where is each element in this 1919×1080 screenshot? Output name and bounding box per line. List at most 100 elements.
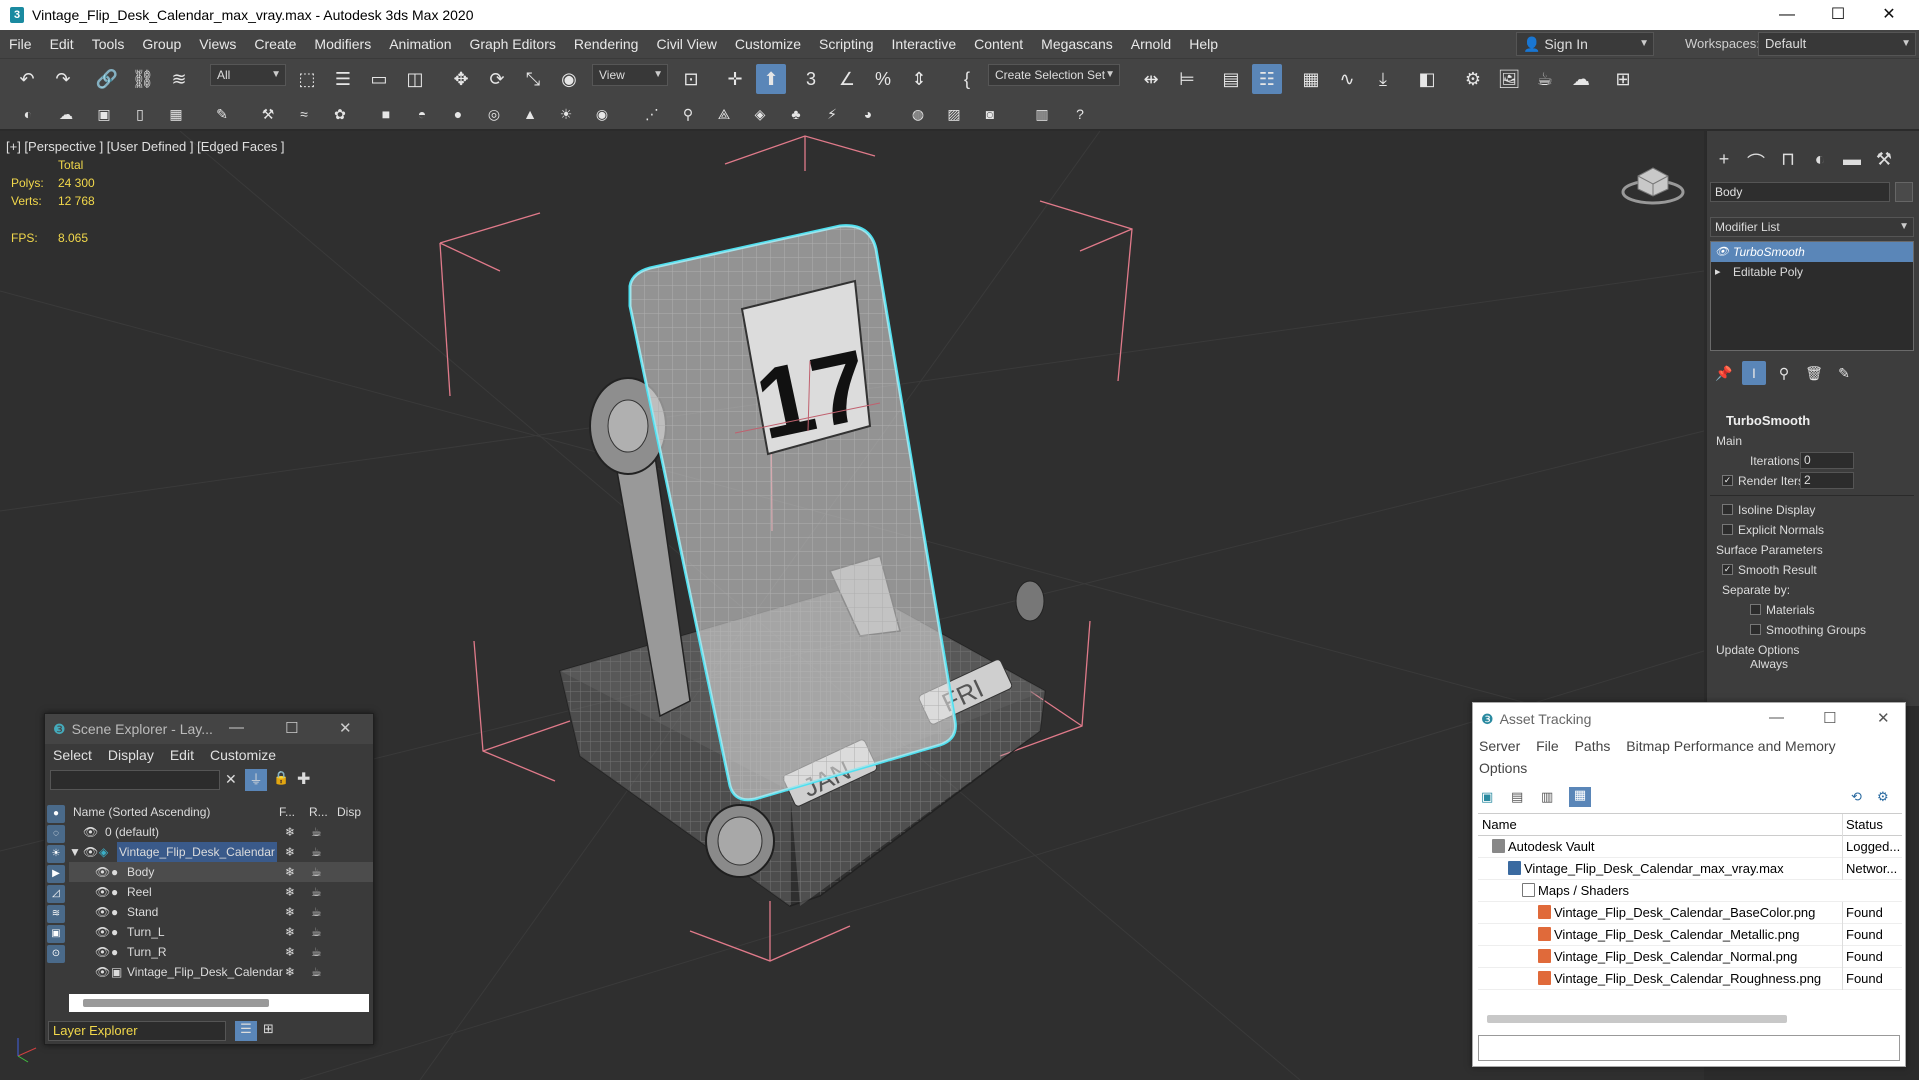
keyboard-shortcut-override-icon[interactable]: ⬆ — [756, 64, 786, 94]
create-tab-icon[interactable]: + — [1709, 149, 1739, 173]
place-icon[interactable]: ◉ — [554, 64, 584, 94]
menu-arnold[interactable]: Arnold — [1122, 36, 1180, 52]
display-helpers-icon[interactable]: ◿ — [47, 885, 65, 903]
display-lights-icon[interactable]: ☀ — [47, 845, 65, 863]
header-frozen[interactable]: F... — [279, 803, 295, 821]
curve-editor-icon[interactable]: ∿ — [1332, 64, 1362, 94]
menu-edit[interactable]: Edit — [41, 36, 83, 52]
select-object-icon[interactable]: ⬚ — [292, 64, 322, 94]
smoothing-groups-checkbox[interactable] — [1750, 624, 1761, 635]
menu-views[interactable]: Views — [190, 36, 245, 52]
viewcube-icon[interactable] — [1620, 156, 1686, 206]
refresh-icon[interactable]: ▣ — [1481, 789, 1493, 805]
cloud-icon[interactable]: ☁ — [54, 102, 78, 126]
move-icon[interactable]: ✥ — [446, 64, 476, 94]
bind-spacewarp-icon[interactable]: ≋ — [164, 64, 194, 94]
table-row[interactable]: Vintage_Flip_Desk_Calendar_BaseColor.png… — [1478, 902, 1902, 924]
chevron-right-icon[interactable]: ▸ — [1715, 262, 1721, 282]
header-display[interactable]: Disp — [337, 803, 361, 821]
toggle-layer-explorer-icon[interactable]: ☷ — [1252, 64, 1282, 94]
menu-scripting[interactable]: Scripting — [810, 36, 882, 52]
render-view-icon[interactable]: ◍ — [906, 102, 930, 126]
align-icon[interactable]: ⊨ — [1172, 64, 1202, 94]
smooth-result-checkbox[interactable]: ✓ — [1722, 564, 1733, 575]
render-iters-spinner[interactable]: 2 — [1800, 472, 1854, 489]
freeze-icon[interactable]: ❄ — [285, 902, 295, 922]
list-item[interactable]: ▼ 👁 ◈ Vintage_Flip_Desk_Calendar ❄ ☕ — [69, 842, 373, 862]
modify-tab-icon[interactable]: ⌒ — [1741, 149, 1771, 173]
help-icon[interactable]: ? — [1068, 102, 1092, 126]
mirror-icon[interactable]: ⇹ — [1136, 64, 1166, 94]
tool-icon[interactable]: ⚒ — [256, 102, 280, 126]
hair-icon[interactable]: ⋰ — [640, 102, 664, 126]
render-setup-icon[interactable]: ⚙ — [1458, 64, 1488, 94]
display-shapes-icon[interactable]: ◌ — [47, 825, 65, 843]
reference-coordinate-select[interactable]: View ▼ — [592, 64, 668, 86]
freeze-icon[interactable]: ❄ — [285, 822, 295, 842]
materials-checkbox[interactable] — [1750, 604, 1761, 615]
help-icon[interactable]: ⟲ — [1851, 789, 1862, 805]
angle-snap-icon[interactable]: ∠ — [832, 64, 862, 94]
se-menu-customize[interactable]: Customize — [202, 747, 284, 763]
list-view-icon[interactable]: ▤ — [1511, 789, 1523, 805]
selection-filter-select[interactable]: All ▼ — [210, 64, 286, 86]
header-render[interactable]: R... — [309, 803, 328, 821]
utilities-tab-icon[interactable]: ⚒ — [1869, 149, 1899, 173]
hierarchy-icon[interactable]: ⊞ — [263, 1021, 274, 1037]
render-iters-checkbox[interactable]: ✓ — [1722, 475, 1733, 486]
column-name[interactable]: Name — [1478, 814, 1840, 836]
clear-search-icon[interactable]: ✕ — [225, 771, 237, 788]
add-layer-icon[interactable]: ✚ — [297, 769, 310, 789]
at-menu-server[interactable]: Server — [1479, 738, 1520, 754]
render-teapot-icon[interactable]: ☕ — [311, 882, 322, 902]
asset-tracking-titlebar[interactable]: ❸ Asset Tracking — ☐ ✕ — [1473, 703, 1905, 735]
freeze-icon[interactable]: ❄ — [285, 962, 295, 982]
display-tab-icon[interactable]: ▬ — [1837, 149, 1867, 173]
toggle-scene-explorer-icon[interactable]: ▤ — [1216, 64, 1246, 94]
list-item[interactable]: 👁 ● Turn_R ❄ ☕ — [69, 942, 373, 962]
maximize-button[interactable]: ☐ — [1823, 709, 1836, 727]
close-button[interactable]: ✕ — [1866, 0, 1912, 30]
render-teapot-icon[interactable]: ☕ — [311, 902, 322, 922]
rotate-icon[interactable]: ⟳ — [482, 64, 512, 94]
omni-light-icon[interactable]: ◉ — [590, 102, 614, 126]
eye-icon[interactable]: 👁 — [95, 882, 110, 902]
render-production-icon[interactable]: ☕ — [1530, 64, 1560, 94]
settings-icon[interactable]: ⚙ — [1877, 789, 1889, 805]
se-menu-edit[interactable]: Edit — [162, 747, 202, 763]
eye-icon[interactable]: 👁 — [95, 862, 110, 882]
workspaces-select[interactable]: Default ▼ — [1758, 32, 1916, 56]
horizontal-scrollbar-thumb[interactable] — [83, 999, 269, 1007]
se-menu-select[interactable]: Select — [45, 747, 100, 763]
list-item[interactable]: 👁 ● Reel ❄ ☕ — [69, 882, 373, 902]
eye-icon[interactable]: 👁 — [95, 962, 110, 982]
delete-modifier-icon[interactable]: 🗑 — [1802, 361, 1826, 385]
wave-icon[interactable]: ≈ — [292, 102, 316, 126]
freeze-icon[interactable]: ❄ — [285, 882, 295, 902]
unlink-icon[interactable]: ⛓ — [128, 64, 158, 94]
eye-icon[interactable]: 👁 — [83, 842, 98, 862]
lock-icon[interactable]: 🔒 — [273, 770, 289, 786]
filter-icon[interactable]: ⏚ — [245, 769, 267, 791]
plant-icon[interactable]: ♣ — [784, 102, 808, 126]
object-color-swatch[interactable] — [1895, 182, 1913, 202]
eye-icon[interactable]: 👁 — [83, 822, 98, 842]
grid-view-icon[interactable]: ▦ — [1569, 787, 1591, 807]
menu-modifiers[interactable]: Modifiers — [305, 36, 380, 52]
horizontal-scrollbar-thumb[interactable] — [1487, 1015, 1787, 1023]
configure-sets-icon[interactable]: ✎ — [1832, 361, 1856, 385]
chevron-down-icon[interactable]: ▼ — [69, 842, 81, 862]
table-view-icon[interactable]: ▥ — [1541, 789, 1553, 805]
close-button[interactable]: ✕ — [339, 719, 352, 737]
menu-group[interactable]: Group — [133, 36, 190, 52]
display-groups-icon[interactable]: ▣ — [47, 925, 65, 943]
select-manipulate-icon[interactable]: ✛ — [720, 64, 750, 94]
display-geometry-icon[interactable]: ● — [47, 805, 65, 823]
menu-animation[interactable]: Animation — [380, 36, 460, 52]
isoline-checkbox[interactable] — [1722, 504, 1733, 515]
sign-in-dropdown[interactable]: 👤 Sign In ▼ — [1516, 32, 1654, 56]
at-menu-paths[interactable]: Paths — [1575, 738, 1611, 754]
scale-icon[interactable]: ⤡ — [518, 64, 548, 94]
display-cameras-icon[interactable]: ▶ — [47, 865, 65, 883]
rollout-title[interactable]: TurboSmooth — [1710, 411, 1914, 431]
